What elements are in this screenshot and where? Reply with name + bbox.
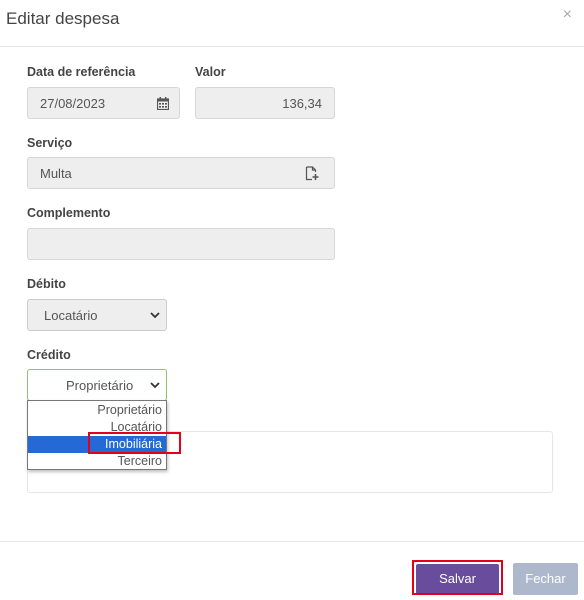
debito-select[interactable]: Locatário <box>27 299 167 331</box>
valor-label: Valor <box>195 65 226 79</box>
close-icon[interactable]: × <box>563 6 572 24</box>
servico-field[interactable]: Multa <box>27 157 335 189</box>
credito-select[interactable]: Proprietário <box>27 369 167 401</box>
credito-label: Crédito <box>27 348 71 362</box>
valor-value: 136,34 <box>282 96 322 111</box>
modal-header: Editar despesa × <box>0 0 584 47</box>
annotation-highlight-imobiliaria <box>88 432 181 454</box>
file-add-icon[interactable] <box>305 166 319 184</box>
complemento-field[interactable] <box>27 228 335 260</box>
servico-label: Serviço <box>27 136 73 150</box>
annotation-highlight-save <box>412 560 503 595</box>
valor-field[interactable]: 136,34 <box>195 87 335 119</box>
calendar-icon[interactable] <box>156 97 170 113</box>
data-referencia-label: Data de referência <box>27 65 136 79</box>
close-button[interactable]: Fechar <box>513 563 578 595</box>
chevron-down-icon <box>150 308 160 325</box>
option-terceiro[interactable]: Terceiro <box>28 453 166 470</box>
debito-value: Locatário <box>44 308 98 323</box>
chevron-down-icon <box>150 378 160 395</box>
complemento-label: Complemento <box>27 206 111 220</box>
data-referencia-value: 27/08/2023 <box>40 96 106 111</box>
servico-value: Multa <box>40 166 72 181</box>
option-proprietario[interactable]: Proprietário <box>28 402 166 419</box>
edit-expense-modal: Editar despesa × Data de referência 27/0… <box>0 0 584 599</box>
modal-title: Editar despesa <box>6 9 120 28</box>
credito-value: Proprietário <box>66 378 134 393</box>
debito-label: Débito <box>27 277 66 291</box>
data-referencia-field[interactable]: 27/08/2023 <box>27 87 180 119</box>
